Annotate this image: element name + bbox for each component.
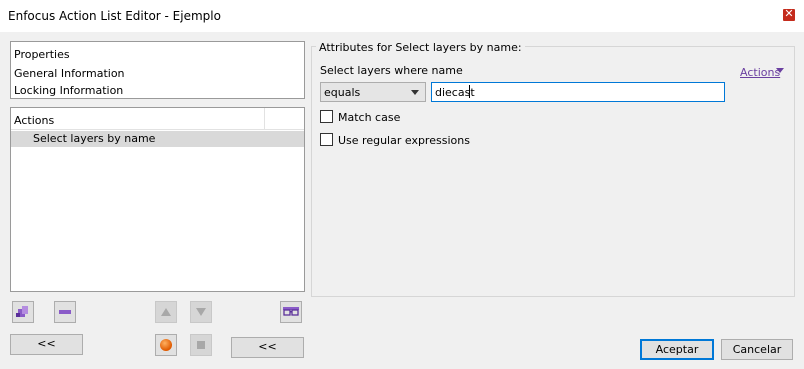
collapse-left-label: << <box>37 337 56 350</box>
move-down-button[interactable] <box>190 301 212 323</box>
properties-panel: Properties General Information Locking I… <box>10 41 305 99</box>
properties-header: Properties <box>14 48 70 61</box>
properties-item-general-information[interactable]: General Information <box>14 67 125 80</box>
operator-select-value: equals <box>324 86 361 99</box>
properties-item-locking-information[interactable]: Locking Information <box>14 84 123 97</box>
close-icon: ✕ <box>784 7 794 20</box>
text-caret <box>469 85 470 98</box>
stop-button[interactable] <box>190 334 212 356</box>
regex-checkbox[interactable] <box>320 133 333 146</box>
add-action-icon <box>16 306 28 317</box>
move-up-icon <box>161 308 171 316</box>
close-button[interactable]: ✕ <box>780 6 798 24</box>
cancel-button[interactable]: Cancelar <box>721 339 793 360</box>
move-up-button[interactable] <box>155 301 177 323</box>
record-button[interactable] <box>155 334 177 356</box>
select-layers-label: Select layers where name <box>320 64 463 77</box>
move-down-icon <box>196 308 206 316</box>
layer-name-input[interactable]: diecast <box>431 82 725 102</box>
collapse-right-label: << <box>258 340 277 353</box>
preview-button[interactable] <box>280 301 302 323</box>
chevron-down-icon <box>411 90 419 95</box>
add-action-button[interactable] <box>12 301 34 323</box>
collapse-right-button[interactable]: << <box>231 337 304 358</box>
match-case-checkbox[interactable] <box>320 110 333 123</box>
stop-icon <box>197 341 205 349</box>
operator-select[interactable]: equals <box>320 82 426 102</box>
record-icon <box>160 339 172 351</box>
column-divider[interactable] <box>264 108 265 130</box>
remove-action-button[interactable] <box>54 301 76 323</box>
actions-menu-link[interactable]: Actions <box>740 66 780 79</box>
list-item-label: Select layers by name <box>33 132 156 145</box>
remove-action-icon <box>59 310 71 314</box>
list-item-select-layers-by-name[interactable]: Select layers by name <box>11 131 304 147</box>
actions-header-label: Actions <box>14 114 55 127</box>
actions-list: Actions Select layers by name <box>10 107 305 292</box>
window-title: Enfocus Action List Editor - Ejemplo <box>8 9 221 23</box>
collapse-left-button[interactable]: << <box>10 334 83 355</box>
preview-glasses-icon <box>283 307 299 316</box>
ok-button-label: Aceptar <box>655 343 699 356</box>
actions-list-header: Actions <box>11 108 304 130</box>
regex-label[interactable]: Use regular expressions <box>338 134 470 147</box>
chevron-down-icon[interactable] <box>776 68 784 73</box>
match-case-label[interactable]: Match case <box>338 111 400 124</box>
attributes-group-label: Attributes for Select layers by name: <box>316 41 525 54</box>
cancel-button-label: Cancelar <box>732 343 782 356</box>
ok-button[interactable]: Aceptar <box>640 339 714 360</box>
